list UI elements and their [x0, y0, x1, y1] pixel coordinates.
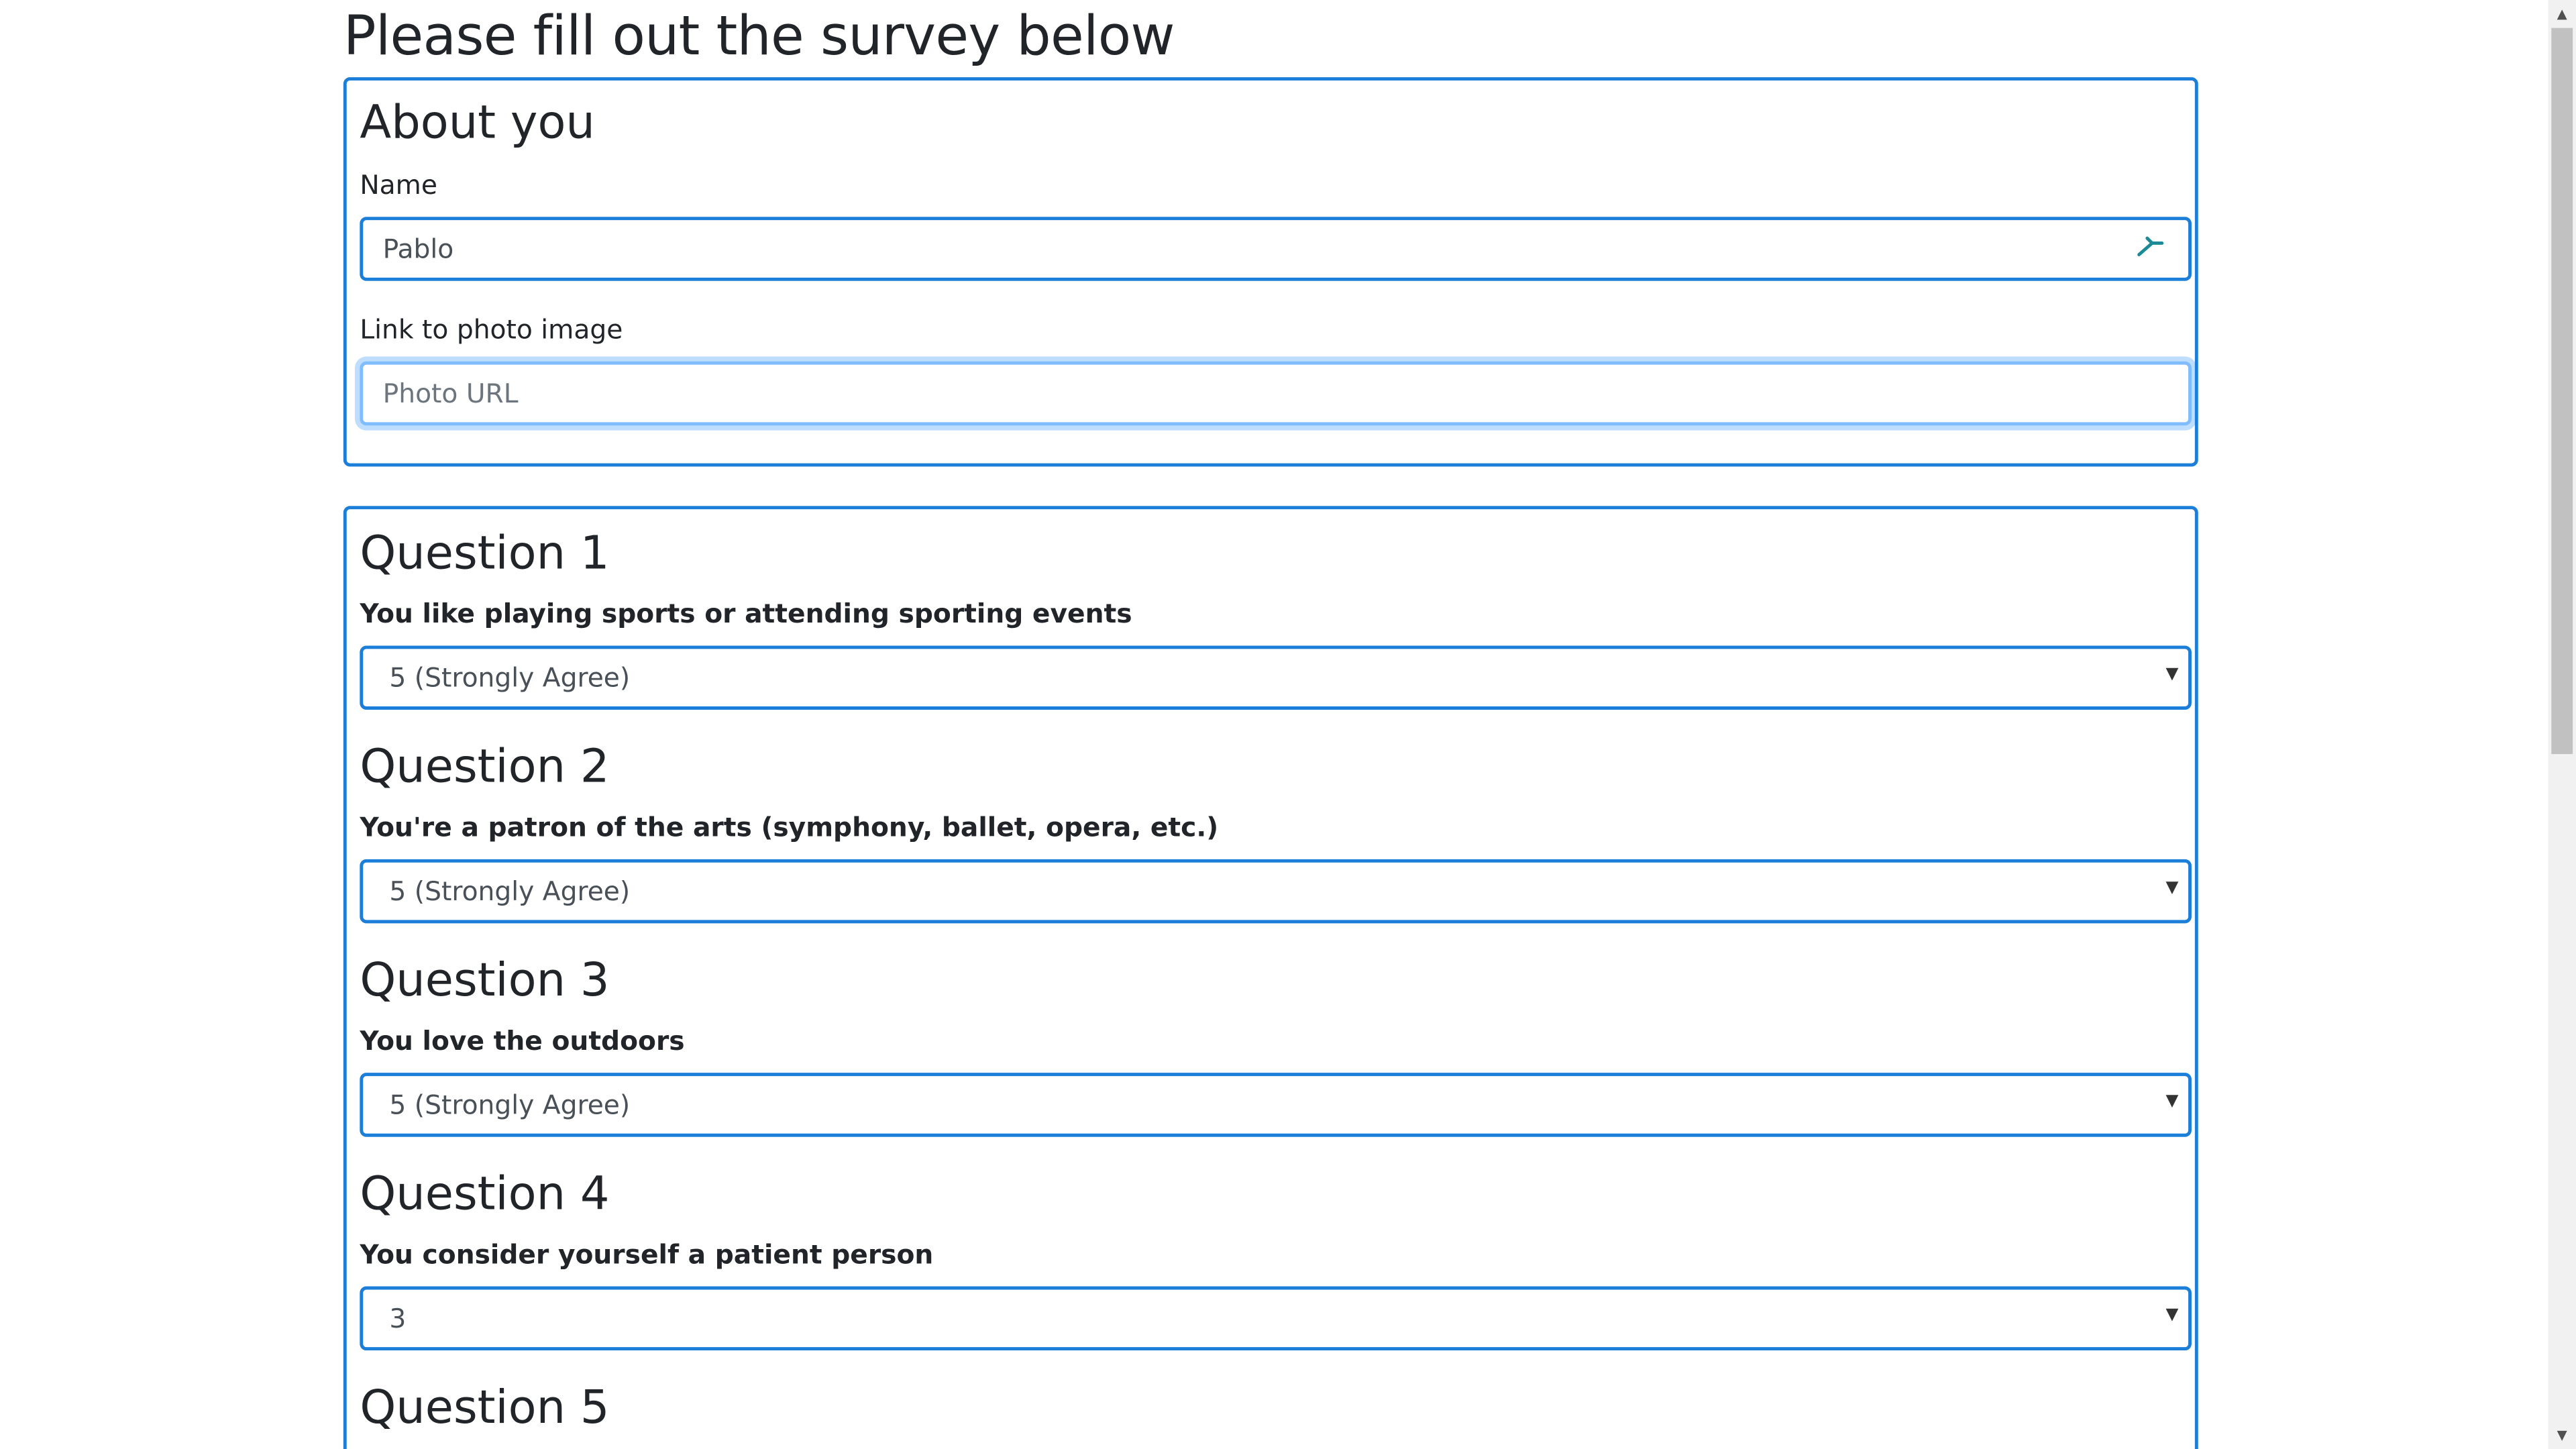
question-title: Question 1 [360, 525, 610, 580]
select-value: 5 (Strongly Agree) [389, 875, 631, 907]
question-prompt: You consider yourself a patient person [360, 1238, 934, 1271]
question-prompt: You're a patron of the arts (symphony, b… [360, 811, 1219, 843]
question-3-select[interactable]: 5 (Strongly Agree) ▼ [360, 1073, 2192, 1137]
questions-card: Question 1 You like playing sports or at… [343, 506, 2198, 1449]
page-title: Please fill out the survey below [343, 3, 1175, 68]
question-title: Question 4 [360, 1166, 610, 1221]
question-1-select[interactable]: 5 (Strongly Agree) ▼ [360, 645, 2192, 710]
name-label: Name [360, 169, 437, 201]
photo-url-input[interactable] [360, 361, 2192, 426]
name-input[interactable] [360, 217, 2192, 281]
select-value: 5 (Strongly Agree) [389, 1089, 631, 1121]
question-title: Question 2 [360, 739, 610, 794]
about-you-title: About you [360, 95, 595, 150]
chevron-down-icon: ▼ [2165, 1305, 2179, 1324]
survey-page: Please fill out the survey below About y… [0, 0, 2576, 1449]
select-value: 3 [389, 1303, 407, 1334]
photo-label: Link to photo image [360, 313, 623, 345]
about-you-card: About you Name Link to photo image [343, 77, 2198, 467]
question-2-select[interactable]: 5 (Strongly Agree) ▼ [360, 859, 2192, 924]
question-prompt: You love the outdoors [360, 1025, 685, 1057]
scroll-down-arrow-icon[interactable]: ▼ [2548, 1421, 2576, 1449]
select-value: 5 (Strongly Agree) [389, 661, 631, 694]
chevron-down-icon: ▼ [2165, 879, 2179, 898]
chevron-down-icon: ▼ [2165, 665, 2179, 684]
chevron-down-icon: ▼ [2165, 1092, 2179, 1111]
question-title: Question 5 [360, 1380, 610, 1434]
scrollbar-thumb[interactable] [2551, 28, 2573, 755]
scroll-up-arrow-icon[interactable]: ▲ [2548, 0, 2576, 28]
question-4-select[interactable]: 3 ▼ [360, 1286, 2192, 1351]
question-prompt: You like playing sports or attending spo… [360, 598, 1132, 629]
autofill-key-icon[interactable] [2137, 235, 2164, 258]
question-title: Question 3 [360, 953, 610, 1008]
page-scrollbar[interactable]: ▲ ▼ [2548, 0, 2576, 1449]
